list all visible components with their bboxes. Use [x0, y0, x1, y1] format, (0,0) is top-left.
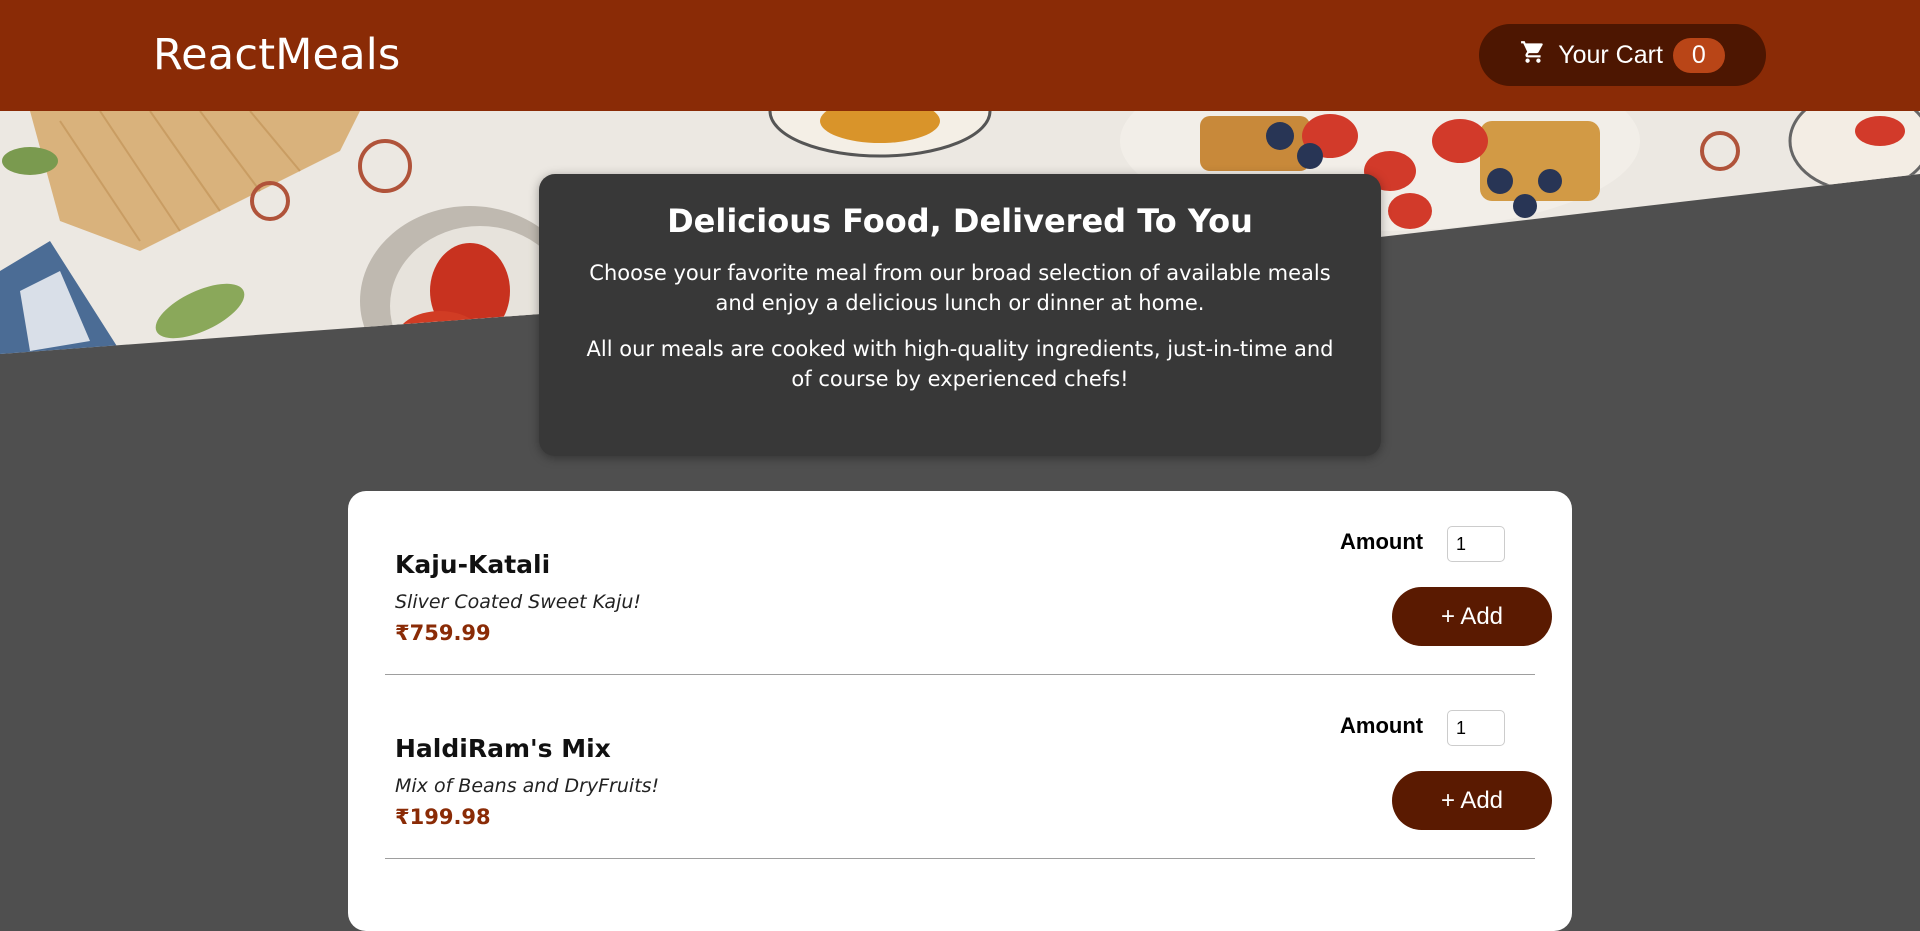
shopping-cart-icon: [1521, 41, 1543, 63]
amount-label: Amount: [1340, 529, 1424, 554]
summary-title: Delicious Food, Delivered To You: [667, 202, 1253, 240]
meal-price: ₹199.98: [395, 805, 491, 829]
meals-list: Kaju-Katali Sliver Coated Sweet Kaju! ₹7…: [348, 491, 1572, 931]
meal-description: Sliver Coated Sweet Kaju!: [395, 591, 642, 613]
amount-input[interactable]: [1447, 526, 1505, 562]
meal-name: Kaju-Katali: [395, 550, 551, 579]
cart-label: Your Cart: [1558, 40, 1663, 69]
meal-price: ₹759.99: [395, 621, 491, 645]
meal-item-haldirams-mix: HaldiRam's Mix Mix of Beans and DryFruit…: [385, 675, 1552, 859]
app-logo: ReactMeals: [153, 30, 401, 80]
amount-input[interactable]: [1447, 710, 1505, 746]
meal-item-kaju-katali: Kaju-Katali Sliver Coated Sweet Kaju! ₹7…: [385, 491, 1552, 675]
summary-paragraph-1: Choose your favorite meal from our broad…: [589, 261, 1331, 315]
meal-description: Mix of Beans and DryFruits!: [395, 775, 660, 797]
app-header: ReactMeals Your Cart 0: [0, 0, 1920, 111]
summary-paragraph-2: All our meals are cooked with high-quali…: [586, 337, 1334, 391]
meal-name: HaldiRam's Mix: [395, 734, 611, 763]
amount-label: Amount: [1340, 713, 1424, 738]
cart-count-badge: 0: [1672, 37, 1725, 73]
meals-summary-card: Delicious Food, Delivered To You Choose …: [539, 174, 1381, 456]
add-to-cart-button[interactable]: + Add: [1392, 771, 1552, 830]
add-to-cart-button[interactable]: + Add: [1392, 587, 1552, 646]
cart-button[interactable]: Your Cart 0: [1479, 24, 1766, 86]
